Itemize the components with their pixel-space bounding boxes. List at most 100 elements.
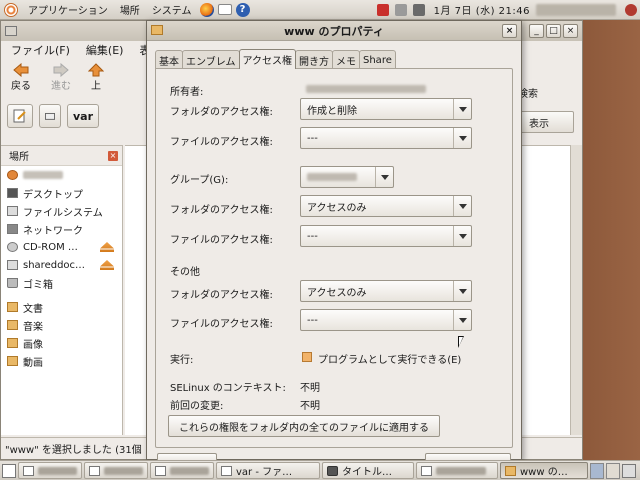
cdrom-icon bbox=[7, 242, 18, 252]
sidebar-item-shareddoc[interactable]: shareddoc… bbox=[1, 256, 122, 274]
sidebar-item-desktop[interactable]: デスクトップ bbox=[1, 184, 122, 202]
dialog-close-button[interactable]: × bbox=[502, 24, 517, 38]
menu-file[interactable]: ファイル(F) bbox=[1, 42, 76, 58]
apply-permissions-button[interactable]: これらの権限をフォルダ内の全てのファイルに適用する bbox=[168, 415, 440, 437]
chevron-down-icon bbox=[375, 167, 393, 187]
file-view-scrollbar[interactable] bbox=[570, 145, 582, 435]
close-button[interactable]: × bbox=[563, 24, 578, 38]
group-folder-access-label: フォルダのアクセス権: bbox=[170, 205, 273, 216]
tab-open-with[interactable]: 開き方 bbox=[295, 50, 333, 69]
view-mode-combo[interactable]: 表示 bbox=[514, 111, 574, 133]
dialog-title: www のプロパティ bbox=[284, 24, 384, 38]
window-menu-icon[interactable] bbox=[5, 26, 17, 36]
dialog-titlebar[interactable]: www のプロパティ × bbox=[147, 21, 521, 41]
folder-icon bbox=[7, 320, 18, 330]
menu-system[interactable]: システム bbox=[146, 2, 198, 17]
drive-button[interactable] bbox=[39, 104, 61, 128]
chevron-down-icon bbox=[453, 310, 471, 330]
taskbar-item-var[interactable]: var - ファ… bbox=[216, 462, 320, 479]
maximize-button[interactable]: □ bbox=[546, 24, 561, 38]
places-sidebar: 場所 × デスクトップ ファイルシステム ネットワーク CD-ROM … sha… bbox=[1, 145, 123, 435]
sidebar-item-music[interactable]: 音楽 bbox=[1, 316, 122, 334]
bottom-panel: var - ファ… タイトル… www の… bbox=[0, 460, 640, 480]
execute-checkbox-label[interactable]: プログラムとして実行できる(E) bbox=[318, 351, 461, 366]
trash-applet-icon[interactable] bbox=[622, 463, 636, 478]
taskbar-label-redacted bbox=[170, 466, 209, 475]
minimize-button[interactable]: _ bbox=[529, 24, 544, 38]
sidebar-item-videos[interactable]: 動画 bbox=[1, 352, 122, 370]
network-tray-icon[interactable] bbox=[394, 3, 407, 16]
sidebar-item-pictures[interactable]: 画像 bbox=[1, 334, 122, 352]
volume-tray-icon[interactable] bbox=[412, 3, 425, 16]
sidebar-item-trash[interactable]: ゴミ箱 bbox=[1, 274, 122, 292]
mail-icon[interactable] bbox=[217, 4, 232, 15]
back-button[interactable]: 戻る bbox=[1, 63, 41, 92]
selinux-value: 不明 bbox=[300, 383, 320, 394]
power-icon[interactable] bbox=[625, 3, 637, 16]
top-panel: アプリケーション 場所 システム ? 1月 7日 (水) 21:46 bbox=[0, 0, 640, 20]
workspace-1[interactable] bbox=[590, 462, 604, 479]
user-name-redacted[interactable] bbox=[536, 3, 616, 16]
taskbar-item-3[interactable] bbox=[150, 462, 214, 479]
eject-icon[interactable] bbox=[100, 242, 114, 252]
share-drive-icon bbox=[7, 260, 18, 270]
tab-notes[interactable]: メモ bbox=[332, 50, 360, 69]
window-icon bbox=[23, 465, 34, 476]
menu-places[interactable]: 場所 bbox=[114, 2, 146, 17]
taskbar-item-properties[interactable]: www の… bbox=[500, 462, 588, 479]
owner-name-redacted bbox=[306, 85, 426, 93]
tab-emblems[interactable]: エンブレム bbox=[182, 50, 240, 69]
chevron-down-icon bbox=[453, 196, 471, 216]
workspace-2[interactable] bbox=[606, 462, 620, 479]
taskbar-item-2[interactable] bbox=[84, 462, 148, 479]
edit-location-button[interactable] bbox=[7, 104, 33, 128]
forward-button[interactable]: 進む bbox=[41, 63, 81, 92]
sidebar-item-network[interactable]: ネットワーク bbox=[1, 220, 122, 238]
taskbar-item-screenshot[interactable]: タイトル… bbox=[322, 462, 414, 479]
sidebar-item-documents[interactable]: 文書 bbox=[1, 298, 122, 316]
forward-arrow-icon bbox=[53, 63, 69, 77]
show-desktop-icon[interactable] bbox=[2, 463, 16, 478]
tab-share[interactable]: Share bbox=[359, 50, 396, 69]
execute-checkbox[interactable] bbox=[302, 352, 312, 362]
mouse-pointer-icon bbox=[458, 336, 464, 348]
sidebar-item-cdrom[interactable]: CD-ROM … bbox=[1, 238, 122, 256]
firefox-icon[interactable] bbox=[199, 2, 214, 17]
selinux-label: SELinux のコンテキスト: bbox=[170, 383, 286, 394]
menu-applications[interactable]: アプリケーション bbox=[22, 2, 114, 17]
trash-icon bbox=[7, 278, 18, 288]
others-file-access-combo[interactable]: --- bbox=[300, 309, 472, 331]
group-file-access-combo[interactable]: --- bbox=[300, 225, 472, 247]
window-icon bbox=[221, 465, 232, 476]
others-label: その他 bbox=[170, 267, 200, 278]
ubuntu-logo-icon[interactable] bbox=[4, 2, 18, 17]
sidebar-item-filesystem[interactable]: ファイルシステム bbox=[1, 202, 122, 220]
sidebar-header[interactable]: 場所 × bbox=[1, 146, 122, 166]
group-combo[interactable] bbox=[300, 166, 394, 188]
others-folder-access-combo[interactable]: アクセスのみ bbox=[300, 280, 472, 302]
group-folder-access-combo[interactable]: アクセスのみ bbox=[300, 195, 472, 217]
chevron-down-icon bbox=[453, 99, 471, 119]
owner-file-access-combo[interactable]: --- bbox=[300, 127, 472, 149]
last-changed-value: 不明 bbox=[300, 401, 320, 412]
location-var-button[interactable]: var bbox=[67, 104, 100, 128]
chevron-down-icon bbox=[453, 281, 471, 301]
help-icon[interactable]: ? bbox=[235, 2, 250, 17]
folder-icon[interactable] bbox=[151, 25, 163, 35]
taskbar-label-redacted bbox=[104, 466, 143, 475]
taskbar-item-blurred[interactable] bbox=[416, 462, 498, 479]
tab-basic[interactable]: 基本 bbox=[155, 50, 183, 69]
network-icon bbox=[7, 224, 18, 234]
taskbar-item-1[interactable] bbox=[18, 462, 82, 479]
drive-icon bbox=[45, 113, 55, 120]
owner-folder-access-label: フォルダのアクセス権: bbox=[170, 107, 273, 118]
up-button[interactable]: 上 bbox=[81, 63, 111, 92]
tab-permissions[interactable]: アクセス権 bbox=[238, 49, 296, 69]
update-tray-icon[interactable] bbox=[376, 3, 389, 16]
clock[interactable]: 1月 7日 (水) 21:46 bbox=[428, 2, 536, 17]
owner-folder-access-combo[interactable]: 作成と削除 bbox=[300, 98, 472, 120]
sidebar-close-icon[interactable]: × bbox=[108, 150, 118, 161]
sidebar-item-home[interactable] bbox=[1, 166, 122, 184]
menu-edit[interactable]: 編集(E) bbox=[76, 42, 130, 58]
eject-icon[interactable] bbox=[100, 260, 114, 270]
